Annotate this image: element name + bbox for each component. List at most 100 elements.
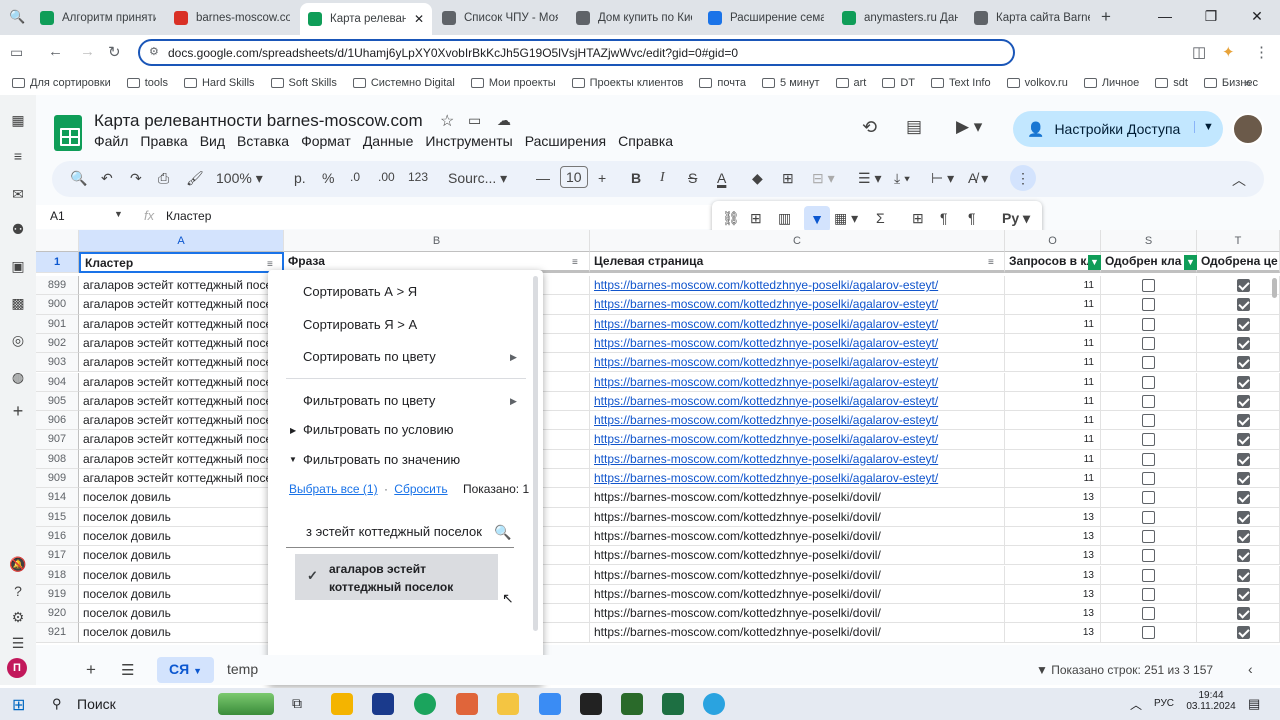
table-cell-checkbox[interactable]	[1101, 430, 1197, 450]
task-view-icon[interactable]: ⧉	[292, 695, 302, 712]
column-header-o[interactable]: O	[1005, 230, 1101, 252]
table-cell[interactable]: поселок довиль	[79, 546, 284, 566]
row-header[interactable]: 919	[36, 584, 79, 605]
reload-icon[interactable]: ↻	[108, 43, 121, 61]
table-cell[interactable]: агаларов эстейт коттеджный посел	[79, 295, 284, 315]
checkbox[interactable]	[1237, 336, 1250, 350]
browser-tab[interactable]: Дом купить по Киев	[568, 4, 700, 31]
table-cell-count[interactable]: 13	[1005, 546, 1101, 566]
align-horizontal-icon[interactable]: ☰ ▾	[858, 170, 881, 187]
widget-icon[interactable]	[218, 693, 274, 715]
collapse-arrow-icon[interactable]: ▼	[289, 455, 297, 464]
bookmark-item[interactable]: Для сортировки	[12, 77, 111, 89]
sheet-tab-temp[interactable]: temp	[227, 661, 258, 677]
table-cell-checkbox[interactable]	[1101, 584, 1197, 605]
bookmark-item[interactable]: DT	[882, 77, 915, 89]
paint-format-icon[interactable]: 🖌	[186, 170, 204, 187]
table-cell-checkbox[interactable]	[1101, 314, 1197, 334]
table-cell-url[interactable]: https://barnes-moscow.com/kottedzhnye-po…	[590, 507, 1005, 527]
browser-tab[interactable]: barnes-moscow.com	[166, 4, 298, 31]
column-header-s[interactable]: S	[1101, 230, 1197, 252]
menu-item[interactable]: Справка	[618, 133, 673, 149]
insert-comment-icon[interactable]: ⊞	[750, 210, 762, 227]
windows-start-icon[interactable]: ⊞	[12, 695, 25, 715]
table-cell[interactable]: поселок довиль	[79, 565, 284, 585]
strikethrough-icon[interactable]: S	[688, 170, 697, 186]
browser-tab[interactable]: anymasters.ru Данны	[834, 4, 966, 31]
table-cell-checkbox[interactable]	[1101, 488, 1197, 508]
filter-menu-scrollbar[interactable]	[533, 276, 538, 631]
decrease-decimal-button[interactable]: .0	[350, 170, 360, 184]
formula-input[interactable]: Кластер	[166, 209, 211, 223]
bookmark-item[interactable]: Проекты клиентов	[571, 77, 683, 89]
table-cell-count[interactable]: 11	[1005, 333, 1101, 354]
table-cell-count[interactable]: 11	[1005, 391, 1101, 412]
table-cell-count[interactable]: 11	[1005, 430, 1101, 450]
checkbox[interactable]	[1142, 587, 1155, 601]
menu-item[interactable]: Данные	[363, 133, 414, 149]
table-cell-checkbox[interactable]	[1197, 372, 1280, 392]
browser-tab[interactable]: Список ЧПУ - Моя к	[434, 4, 566, 31]
row-header[interactable]: 901	[36, 314, 79, 334]
table-cell-checkbox[interactable]	[1197, 604, 1280, 624]
table-cell-checkbox[interactable]	[1197, 488, 1280, 508]
table-cell-checkbox[interactable]	[1197, 353, 1280, 373]
font-size-input[interactable]: 10	[560, 166, 588, 188]
apps-icon[interactable]: ▩	[7, 292, 29, 314]
checkbox[interactable]	[1142, 510, 1155, 524]
table-cell-count[interactable]: 11	[1005, 314, 1101, 334]
input-tools-icon[interactable]: Py ▾	[1002, 210, 1030, 227]
row-header[interactable]: 917	[36, 546, 79, 566]
collapse-toolbar-icon[interactable]: ︿	[1232, 170, 1246, 190]
number-format-button[interactable]: 123	[408, 170, 428, 184]
meet-icon[interactable]: ▶ ▾	[956, 117, 982, 137]
mail-icon[interactable]: ✉	[7, 183, 29, 205]
font-size-decrease-icon[interactable]: —	[536, 170, 550, 186]
select-all-corner[interactable]	[36, 230, 79, 252]
table-cell-checkbox[interactable]	[1101, 546, 1197, 566]
skype-icon[interactable]	[414, 693, 436, 715]
checkbox[interactable]	[1237, 356, 1250, 370]
checkbox[interactable]	[1142, 549, 1155, 563]
menu-item[interactable]: Файл	[94, 133, 128, 149]
table-cell-url[interactable]: https://barnes-moscow.com/kottedzhnye-po…	[590, 295, 1005, 315]
table-cell-checkbox[interactable]	[1101, 333, 1197, 354]
spreadsheet-grid[interactable]: A B C O S T 1 Кластер ≡ Фраза ≡ Целевая …	[36, 230, 1280, 645]
table-cell-checkbox[interactable]	[1197, 584, 1280, 605]
checkbox[interactable]	[1142, 414, 1155, 428]
table-cell-checkbox[interactable]	[1197, 565, 1280, 585]
table-cell-checkbox[interactable]	[1197, 623, 1280, 643]
checkbox[interactable]	[1237, 375, 1250, 389]
table-cell-checkbox[interactable]	[1101, 623, 1197, 643]
row-header[interactable]: 920	[36, 604, 79, 624]
table-cell-url[interactable]: https://barnes-moscow.com/kottedzhnye-po…	[590, 353, 1005, 373]
table-cell-checkbox[interactable]	[1101, 372, 1197, 392]
expand-arrow-icon[interactable]: ▶	[290, 426, 296, 435]
table-cell-url[interactable]: https://barnes-moscow.com/kottedzhnye-po…	[590, 314, 1005, 334]
store-icon[interactable]	[331, 693, 353, 715]
table-cell-count[interactable]: 11	[1005, 353, 1101, 373]
table-cell[interactable]: поселок довиль	[79, 507, 284, 527]
currency-button[interactable]: р.	[294, 170, 306, 186]
filter-active-s-icon[interactable]: ▼	[1184, 255, 1197, 270]
app-icon[interactable]	[621, 693, 643, 715]
forward-icon[interactable]: →	[80, 43, 95, 60]
checkbox[interactable]	[1237, 317, 1250, 331]
row-header[interactable]: 906	[36, 411, 79, 431]
table-cell[interactable]: агаларов эстейт коттеджный посел	[79, 411, 284, 431]
row-header[interactable]: 904	[36, 372, 79, 392]
checkbox[interactable]	[1237, 433, 1250, 447]
more-bookmarks-icon[interactable]: »	[1244, 75, 1251, 90]
table-cell-count[interactable]: 11	[1005, 372, 1101, 392]
table-cell-checkbox[interactable]	[1197, 507, 1280, 527]
collapse-side-icon[interactable]: ‹	[1248, 661, 1253, 677]
row-header[interactable]: 899	[36, 276, 79, 296]
bold-icon[interactable]: B	[631, 170, 641, 186]
menu-item[interactable]: Вид	[200, 133, 225, 149]
table-cell[interactable]: агаларов эстейт коттеджный посел	[79, 314, 284, 334]
bookmark-item[interactable]: sdt	[1155, 77, 1188, 89]
add-sheet-icon[interactable]: +	[86, 660, 96, 680]
checkbox[interactable]	[1142, 626, 1155, 640]
tab-search-icon[interactable]: 🔍	[9, 9, 25, 25]
ltr-icon[interactable]: ¶	[940, 210, 948, 226]
